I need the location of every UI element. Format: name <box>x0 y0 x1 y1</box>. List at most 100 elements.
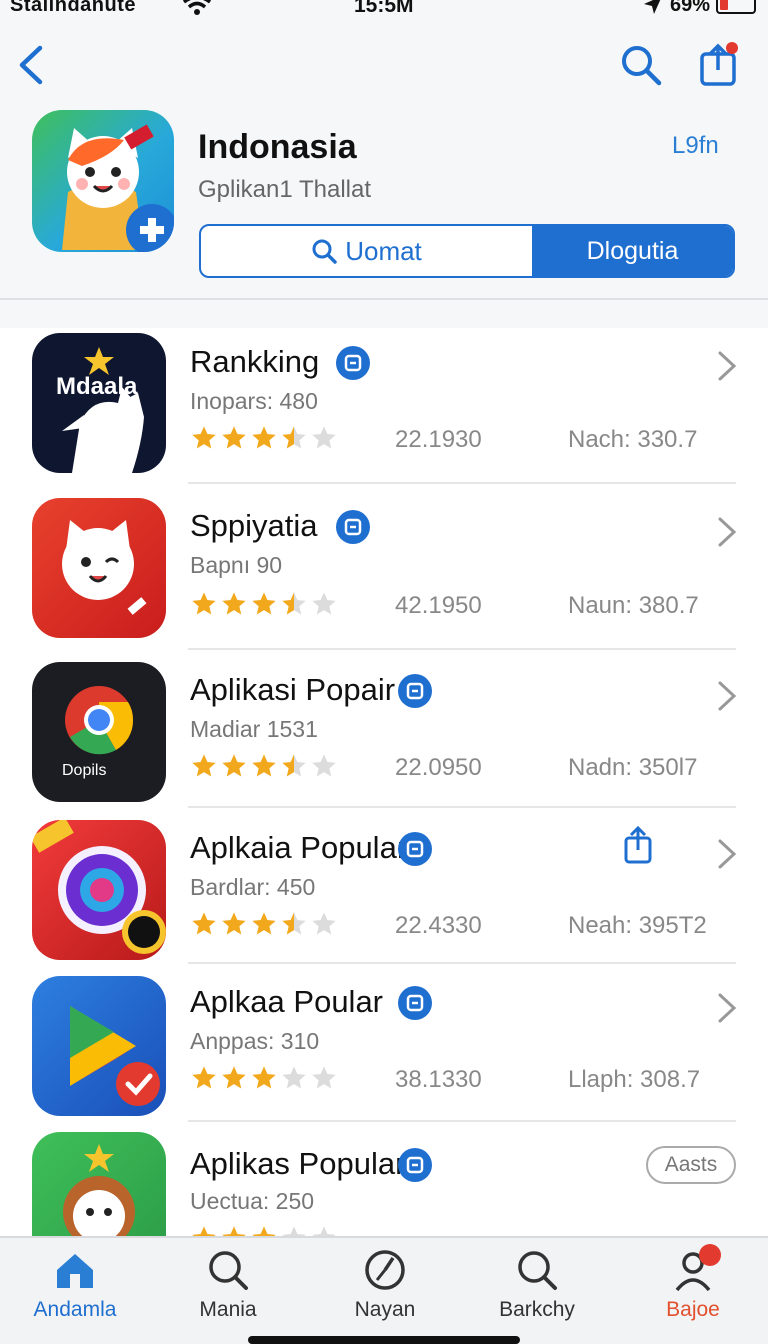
tab-mania[interactable]: Mania <box>163 1248 293 1322</box>
chevron-right-icon[interactable] <box>716 838 738 870</box>
row-divider <box>188 1120 736 1122</box>
app-score: 38.1330 <box>395 1066 482 1093</box>
verified-badge-icon <box>398 674 432 708</box>
star-icon <box>282 912 306 935</box>
star-icon <box>312 592 336 615</box>
star-icon <box>312 426 336 449</box>
action-pill-button[interactable]: Aasts <box>646 1146 736 1184</box>
app-name: Rankking <box>190 344 320 379</box>
star-icon <box>252 754 276 777</box>
star-icon <box>282 1226 306 1236</box>
app-name: Sppiyatia <box>190 508 318 543</box>
star-icon <box>252 912 276 935</box>
segmented-control: Uomat Dlogutia <box>199 224 735 278</box>
chevron-right-icon[interactable] <box>716 992 738 1024</box>
header-right-link[interactable]: L9fn <box>672 132 719 160</box>
star-icon <box>192 912 216 935</box>
notification-dot <box>726 42 738 54</box>
star-icon <box>252 1226 276 1236</box>
tab-label: Nayan <box>354 1298 416 1321</box>
app-icon-cat[interactable] <box>32 110 174 252</box>
rating-stars <box>190 590 338 618</box>
row-divider <box>188 806 736 808</box>
star-icon <box>282 1066 306 1089</box>
verified-badge-icon <box>398 832 432 866</box>
tab-nayan[interactable]: Nayan <box>320 1248 450 1322</box>
location-arrow-icon <box>644 0 661 14</box>
home-icon <box>57 1254 93 1288</box>
app-stat: Naun: 380.7 <box>568 592 699 619</box>
search-icon <box>209 1251 248 1290</box>
tab-label: Bajoe <box>666 1298 720 1321</box>
chevron-right-icon[interactable] <box>716 680 738 712</box>
carrier-label: Stallndanute <box>10 0 137 16</box>
verified-badge-icon <box>398 986 432 1020</box>
header-divider <box>0 298 768 300</box>
search-icon <box>312 239 337 264</box>
star-icon <box>222 912 246 935</box>
app-score: 22.1930 <box>395 426 482 453</box>
app-stat: Nach: 330.7 <box>568 426 698 453</box>
share-icon[interactable] <box>622 826 654 864</box>
app-meta: Uectua: 250 <box>190 1188 315 1214</box>
app-name: Aplikas Popular <box>190 1146 406 1181</box>
clock-icon <box>365 1250 405 1290</box>
app-score: 42.1950 <box>395 592 482 619</box>
wifi-icon <box>182 0 212 15</box>
app-icon-label: Mdaala <box>56 373 138 400</box>
app-meta: Bardlar: 450 <box>190 874 316 900</box>
clock-time: 15:5M <box>354 0 414 17</box>
rating-stars <box>190 1064 338 1092</box>
segment-left[interactable]: Uomat <box>201 226 532 276</box>
tab-bajoe[interactable]: Bajoe <box>628 1244 758 1322</box>
app-icon-circle <box>32 820 166 960</box>
home-indicator <box>248 1336 520 1344</box>
tab-label: Mania <box>199 1298 257 1321</box>
segment-right[interactable]: Dlogutia <box>532 226 733 276</box>
star-icon <box>192 1066 216 1089</box>
rating-stars <box>190 910 338 938</box>
app-icon-fox <box>32 1132 166 1236</box>
star-icon <box>222 426 246 449</box>
page-title: Indonasia <box>198 128 357 166</box>
row-divider <box>188 648 736 650</box>
app-meta: Bapnı 90 <box>190 552 283 578</box>
search-icon <box>518 1251 557 1290</box>
share-button[interactable] <box>698 42 740 86</box>
chevron-right-icon[interactable] <box>716 350 738 382</box>
star-icon <box>222 1066 246 1089</box>
star-icon <box>312 754 336 777</box>
chevron-right-icon[interactable] <box>716 516 738 548</box>
rating-stars <box>190 1224 338 1236</box>
star-icon <box>252 592 276 615</box>
app-meta: Inopars: 480 <box>190 388 318 414</box>
app-stat: Neah: 395T2 <box>568 912 707 939</box>
tab-label: Barkchy <box>499 1298 575 1321</box>
row-divider <box>188 482 736 484</box>
app-meta: Madiar 1531 <box>190 716 318 742</box>
search-icon[interactable] <box>620 44 662 86</box>
rating-stars <box>190 424 338 452</box>
page-subtitle: Gplikan1 Thallat <box>198 176 371 203</box>
app-name: Aplkaia Popular <box>190 830 408 865</box>
star-icon <box>222 754 246 777</box>
tab-barkchy[interactable]: Barkchy <box>472 1248 602 1322</box>
star-icon <box>222 1226 246 1236</box>
app-stat: Llaph: 308.7 <box>568 1066 701 1093</box>
app-icon-chrome: Dopils <box>32 662 166 802</box>
app-stat: Nadn: 350l7 <box>568 754 698 781</box>
app-meta: Anppas: 310 <box>190 1028 320 1054</box>
app-icon-sppiyatia <box>32 498 166 638</box>
status-bar: Stallndanute 15:5M 69% <box>0 0 768 20</box>
star-icon <box>192 754 216 777</box>
app-list: Mdaala Rankking Inopars: 480 22.1930 Nac… <box>0 328 768 1236</box>
cat-mascot-icon <box>62 124 174 252</box>
row-divider <box>188 962 736 964</box>
star-icon <box>252 1066 276 1089</box>
person-icon <box>671 1244 721 1292</box>
star-icon <box>282 754 306 777</box>
battery-percent: 69% <box>670 0 711 16</box>
back-chevron-icon[interactable] <box>14 44 46 86</box>
star-icon <box>192 426 216 449</box>
tab-home[interactable]: Andamla <box>10 1248 140 1322</box>
